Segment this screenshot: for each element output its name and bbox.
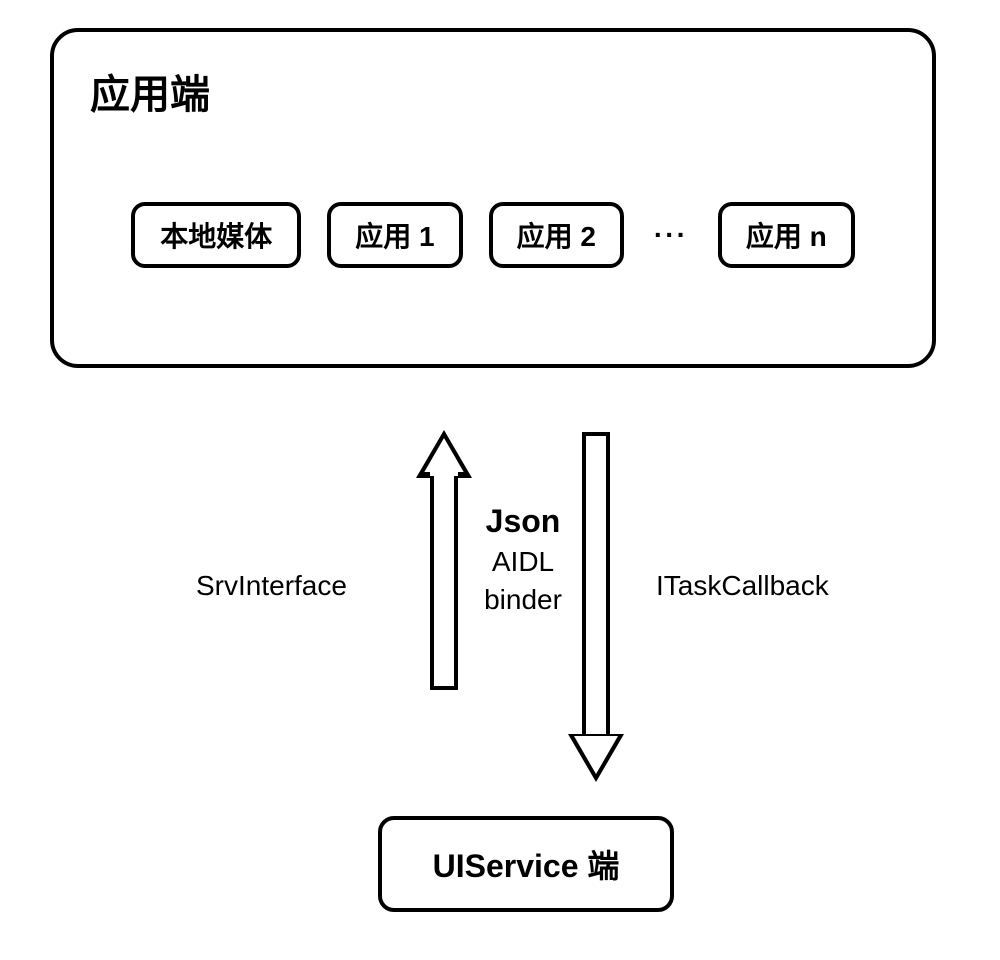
app-2: 应用 2	[489, 202, 624, 268]
application-side-box: 应用端 本地媒体 应用 1 应用 2 ··· 应用 n	[50, 28, 936, 368]
label-binder: binder	[478, 581, 568, 619]
app-n: 应用 n	[718, 202, 855, 268]
uiservice-box: UIService 端	[378, 816, 674, 912]
apps-row: 本地媒体 应用 1 应用 2 ··· 应用 n	[54, 202, 932, 268]
app-local-media: 本地媒体	[131, 202, 301, 268]
label-itaskcallback: ITaskCallback	[656, 570, 829, 602]
app-1: 应用 1	[327, 202, 462, 268]
label-srvinterface: SrvInterface	[196, 570, 347, 602]
arrow-down-icon	[574, 432, 618, 782]
application-side-title: 应用端	[90, 62, 210, 120]
label-aidl: AIDL	[478, 543, 568, 581]
label-json: Json	[478, 500, 568, 543]
arrow-up-icon	[422, 430, 466, 690]
label-center: Json AIDL binder	[478, 500, 568, 619]
apps-ellipsis: ···	[650, 219, 692, 251]
uiservice-label: UIService 端	[433, 841, 620, 887]
